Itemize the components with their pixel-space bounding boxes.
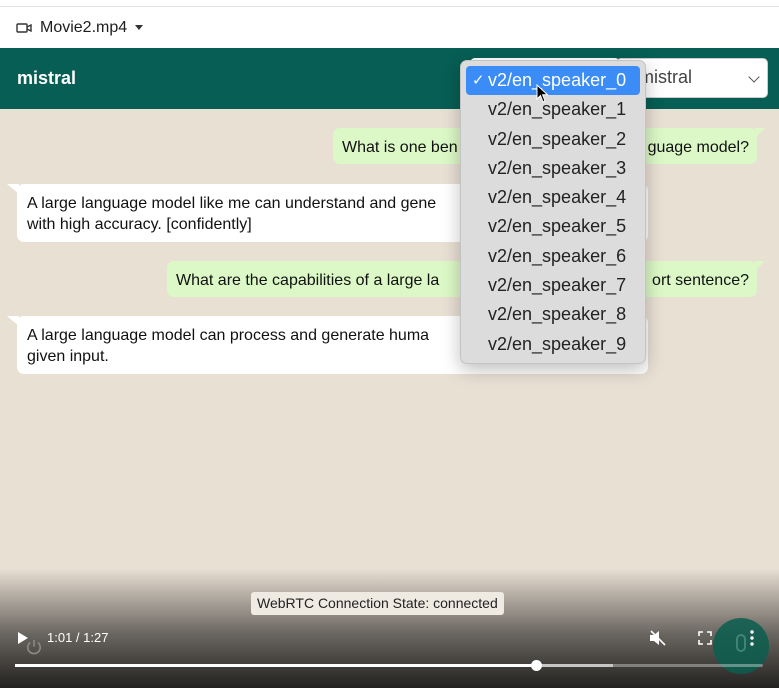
bubble-tail [7, 316, 19, 326]
app-frame: Movie2.mp4 mistral mistral What is one b… [0, 0, 779, 690]
voice-option[interactable]: ✓ v2/en_speaker_0 [466, 66, 640, 96]
mouse-cursor-icon [536, 84, 549, 103]
video-controls: 1:01 / 1:27 [0, 618, 779, 688]
voice-option[interactable]: v2/en_speaker_4 [466, 183, 640, 212]
bubble-tail [755, 128, 765, 138]
chat-header: mistral mistral [0, 48, 779, 109]
message-text: What is one ben [342, 139, 458, 156]
connection-status: WebRTC Connection State: connected [251, 592, 504, 615]
voice-option[interactable]: v2/en_speaker_5 [466, 212, 640, 241]
power-icon[interactable] [25, 638, 43, 656]
bubble-tail [755, 261, 765, 271]
progress-bar[interactable] [15, 660, 763, 671]
more-options-icon[interactable] [750, 630, 754, 646]
file-name[interactable]: Movie2.mp4 [40, 19, 127, 37]
message-text-tail: ort sentence? [652, 272, 749, 289]
time-display: 1:01 / 1:27 [47, 630, 109, 645]
video-camera-icon [16, 22, 32, 33]
file-bar: Movie2.mp4 [0, 6, 779, 48]
fullscreen-icon[interactable] [698, 631, 712, 645]
video-player[interactable]: mistral mistral What is one ben guage mo… [0, 48, 779, 688]
voice-option[interactable]: v2/en_speaker_6 [466, 242, 640, 271]
muted-speaker-icon[interactable] [649, 630, 667, 646]
message-text: What are the capabilities of a large la [176, 272, 440, 289]
voice-dropdown-menu[interactable]: ✓ v2/en_speaker_0 v2/en_speaker_1 v2/en_s… [460, 60, 646, 364]
voice-option[interactable]: v2/en_speaker_9 [466, 330, 640, 359]
file-menu-caret-icon[interactable] [135, 25, 144, 30]
voice-option[interactable]: v2/en_speaker_2 [466, 125, 640, 154]
voice-option[interactable]: v2/en_speaker_7 [466, 271, 640, 300]
message-text-tail: guage model? [647, 139, 749, 156]
microphone-icon [736, 634, 746, 652]
voice-option[interactable]: v2/en_speaker_3 [466, 154, 640, 183]
bubble-tail [7, 184, 19, 194]
voice-option[interactable]: v2/en_speaker_8 [466, 300, 640, 329]
model-select-value: mistral [639, 67, 692, 87]
checkmark-icon: ✓ [472, 72, 485, 89]
chevron-down-icon [748, 71, 760, 83]
voice-option[interactable]: v2/en_speaker_1 [466, 95, 640, 124]
progress-thumb[interactable] [530, 660, 542, 671]
played-bar [15, 664, 536, 667]
chat-title: mistral [17, 68, 77, 88]
